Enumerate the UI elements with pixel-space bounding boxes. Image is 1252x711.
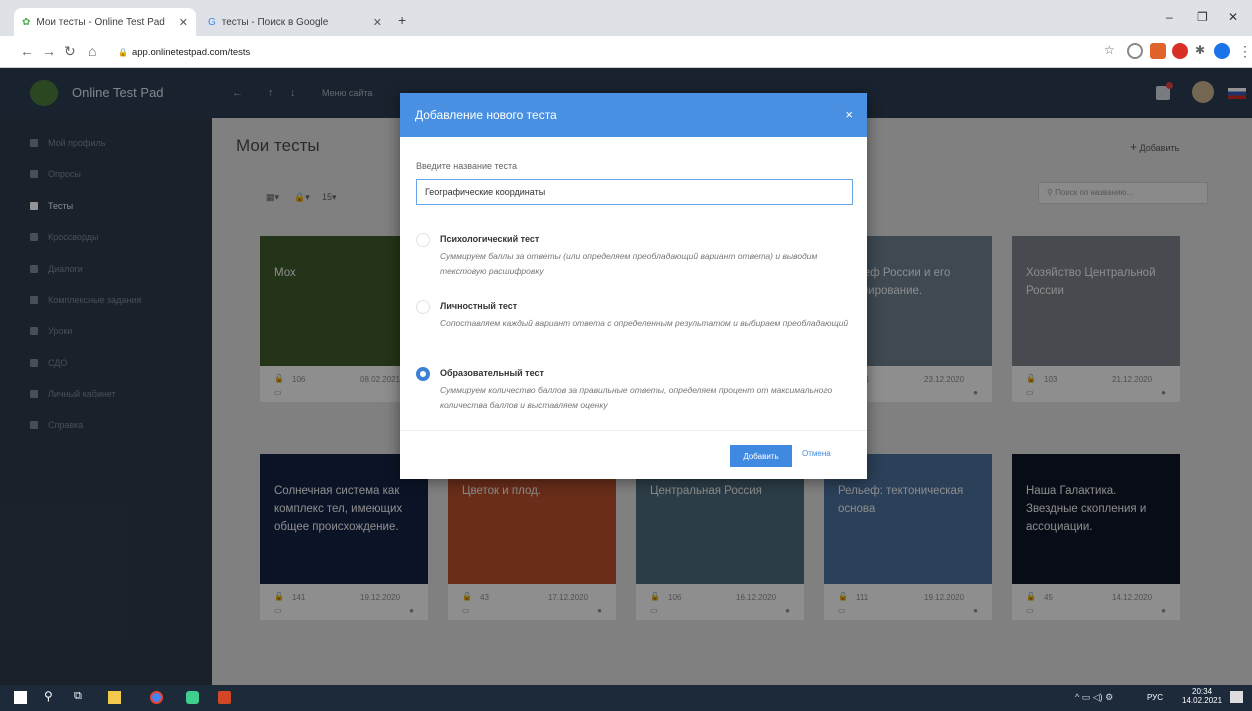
extension-icon[interactable]: [1172, 43, 1188, 59]
address-bar[interactable]: 🔒 app.onlinetestpad.com/tests: [118, 42, 250, 62]
dialog-header: Добавление нового теста ×: [400, 93, 867, 137]
language-indicator[interactable]: РУС: [1147, 693, 1163, 702]
browser-tab[interactable]: G тесты - Поиск в Google ✕: [200, 8, 390, 36]
tab-title: Мои тесты - Online Test Pad: [36, 16, 165, 28]
new-tab-button[interactable]: +: [398, 12, 406, 28]
radio-personality[interactable]: [416, 300, 430, 314]
back-icon[interactable]: ←: [20, 43, 34, 59]
close-icon[interactable]: ×: [845, 107, 853, 122]
test-name-field[interactable]: [416, 179, 853, 205]
dialog-title: Добавление нового теста: [415, 108, 557, 122]
notifications-center-icon[interactable]: [1230, 691, 1243, 703]
url-text: app.onlinetestpad.com/tests: [131, 46, 251, 58]
radio-educational[interactable]: [416, 367, 430, 381]
extension-icon[interactable]: [1127, 43, 1143, 59]
app-icon[interactable]: [186, 691, 199, 704]
minimize-button[interactable]: –: [1166, 10, 1173, 24]
task-view-icon[interactable]: ⧉: [74, 690, 82, 703]
reload-icon[interactable]: ↻: [64, 43, 76, 60]
tab-title: тесты - Поиск в Google: [221, 16, 329, 28]
search-icon[interactable]: ⚲: [44, 689, 53, 703]
cancel-button[interactable]: Отмена: [802, 449, 831, 458]
browser-toolbar: ← → ↻ ⌂ 🔒 app.onlinetestpad.com/tests ☆ …: [0, 36, 1252, 68]
home-icon[interactable]: ⌂: [88, 43, 96, 59]
add-test-dialog: Добавление нового теста × Введите назван…: [400, 93, 867, 479]
powerpoint-icon[interactable]: [218, 691, 231, 704]
bookmark-star-icon[interactable]: ☆: [1104, 43, 1115, 57]
dialog-footer: Добавить Отмена: [400, 430, 867, 479]
maximize-button[interactable]: ❐: [1197, 10, 1208, 24]
file-explorer-icon[interactable]: [108, 691, 121, 704]
extensions-puzzle-icon[interactable]: ✱: [1195, 43, 1205, 57]
test-name-label: Введите название теста: [416, 161, 518, 171]
tray-icons[interactable]: ^ ▭ ◁) ⚙: [1075, 692, 1113, 703]
option-psychological[interactable]: Психологический тест Суммируем баллы за …: [416, 233, 856, 279]
browser-tab-active[interactable]: ✿ Мои тесты - Online Test Pad ✕: [14, 8, 196, 36]
menu-kebab-icon[interactable]: ⋮: [1238, 43, 1252, 60]
clock[interactable]: 20:34 14.02.2021: [1182, 687, 1222, 705]
option-educational[interactable]: Образовательный тест Суммируем количеств…: [416, 367, 856, 413]
windows-taskbar: ⚲ ⧉ ^ ▭ ◁) ⚙ РУС 20:34 14.02.2021: [0, 685, 1252, 711]
option-personality[interactable]: Личностный тест Сопоставляем каждый вари…: [416, 300, 856, 346]
favicon-icon: ✿: [22, 16, 31, 28]
extension-icon[interactable]: [1150, 43, 1166, 59]
browser-tab-strip: ✿ Мои тесты - Online Test Pad ✕ G тесты …: [0, 0, 1252, 36]
tab-close-icon[interactable]: ✕: [373, 16, 382, 29]
profile-avatar[interactable]: [1214, 43, 1230, 59]
tab-close-icon[interactable]: ✕: [179, 16, 188, 29]
chrome-icon[interactable]: [150, 691, 163, 704]
close-window-button[interactable]: ✕: [1228, 10, 1238, 24]
radio-psychological[interactable]: [416, 233, 430, 247]
google-icon: G: [208, 16, 216, 28]
forward-icon[interactable]: →: [42, 43, 56, 59]
windows-start-icon[interactable]: [14, 691, 27, 704]
lock-icon: 🔒: [118, 47, 128, 57]
add-button[interactable]: Добавить: [730, 445, 792, 467]
